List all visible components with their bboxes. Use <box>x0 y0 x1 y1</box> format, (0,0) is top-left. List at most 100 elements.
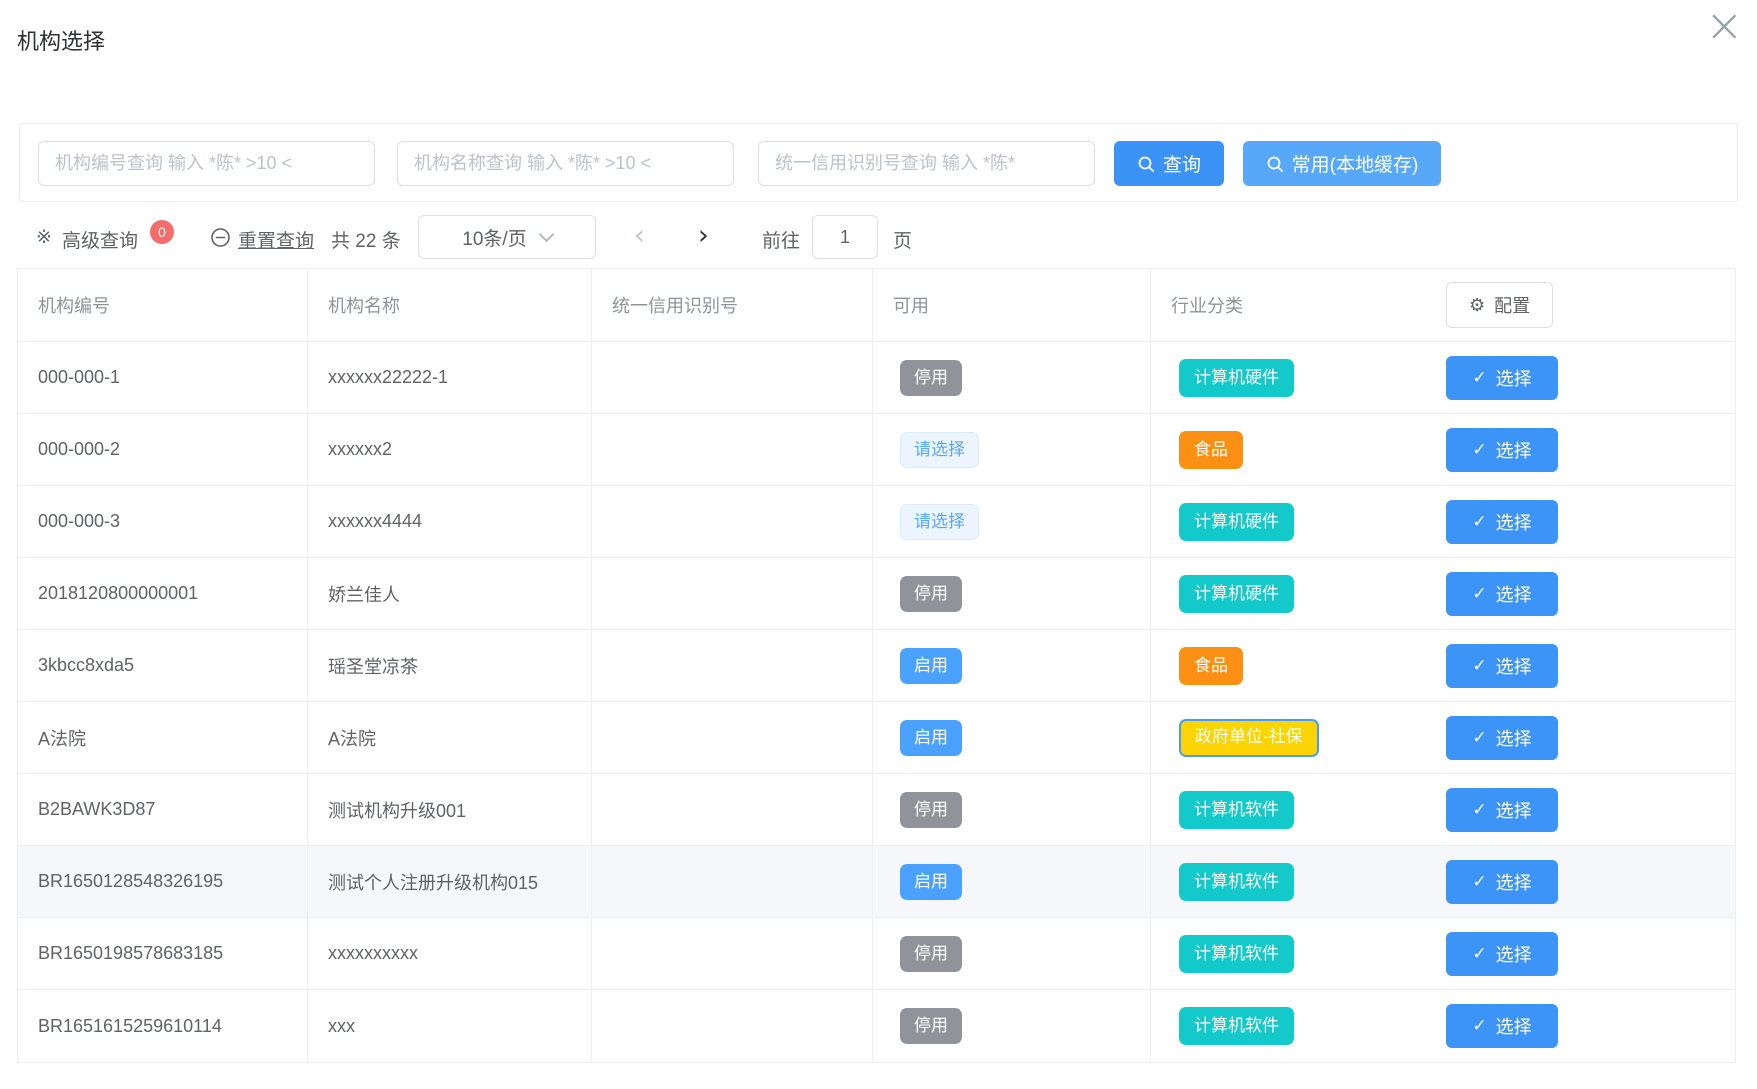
goto-page-input[interactable] <box>812 215 878 259</box>
org-code-cell: BR1651615259610114 <box>18 990 308 1062</box>
availability-tag[interactable]: 停用 <box>900 576 962 612</box>
org-name-cell: 测试个人注册升级机构015 <box>308 846 592 917</box>
page-title: 机构选择 <box>17 24 105 56</box>
org-table: 机构编号 机构名称 统一信用识别号 可用 行业分类 ⚙ 配置 000-000-1… <box>17 268 1736 1063</box>
credit-id-cell <box>592 486 873 557</box>
org-name-cell: xxxxxx4444 <box>308 486 592 557</box>
org-code-cell: 3kbcc8xda5 <box>18 630 308 701</box>
select-button[interactable]: ✓ 选择 <box>1446 428 1558 472</box>
select-button[interactable]: ✓ 选择 <box>1446 716 1558 760</box>
org-code-cell: BR1650198578683185 <box>18 918 308 989</box>
common-cache-button[interactable]: 常用(本地缓存) <box>1243 141 1441 186</box>
gear-icon: ⚙ <box>1469 295 1485 316</box>
check-icon: ✓ <box>1472 584 1486 604</box>
table-row: BR1651615259610114 xxx 停用 计算机软件 ✓ 选择 <box>18 990 1735 1062</box>
check-icon: ✓ <box>1472 656 1486 676</box>
industry-tag: 计算机硬件 <box>1179 503 1294 541</box>
chevron-down-icon <box>538 226 554 242</box>
org-name-cell: xxxxxx22222-1 <box>308 342 592 413</box>
table-row: A法院 A法院 启用 政府单位-社保 ✓ 选择 <box>18 702 1735 774</box>
industry-tag: 计算机软件 <box>1179 863 1294 901</box>
check-icon: ✓ <box>1472 512 1486 532</box>
credit-id-cell <box>592 630 873 701</box>
header-credit-id: 统一信用识别号 <box>592 269 873 341</box>
reset-query-button[interactable]: 重置查询 <box>238 226 314 253</box>
table-body: 000-000-1 xxxxxx22222-1 停用 计算机硬件 ✓ 选择 00… <box>18 342 1735 1062</box>
org-name-cell: 测试机构升级001 <box>308 774 592 845</box>
select-button[interactable]: ✓ 选择 <box>1446 356 1558 400</box>
credit-id-cell <box>592 558 873 629</box>
availability-tag[interactable]: 请选择 <box>900 504 979 540</box>
org-name-cell: 娇兰佳人 <box>308 558 592 629</box>
org-code-cell: 2018120800000001 <box>18 558 308 629</box>
availability-tag[interactable]: 停用 <box>900 1008 962 1044</box>
org-code-cell: BR1650128548326195 <box>18 846 308 917</box>
credit-id-cell <box>592 990 873 1062</box>
header-org-name: 机构名称 <box>308 269 592 341</box>
select-button[interactable]: ✓ 选择 <box>1446 788 1558 832</box>
availability-tag[interactable]: 停用 <box>900 360 962 396</box>
check-icon: ✓ <box>1472 872 1486 892</box>
next-page-button[interactable]: › <box>698 220 709 251</box>
industry-tag: 食品 <box>1179 647 1243 685</box>
select-button[interactable]: ✓ 选择 <box>1446 644 1558 688</box>
org-name-cell: 瑶圣堂凉茶 <box>308 630 592 701</box>
select-button[interactable]: ✓ 选择 <box>1446 1004 1558 1048</box>
availability-tag[interactable]: 启用 <box>900 720 962 756</box>
industry-tag: 计算机软件 <box>1179 791 1294 829</box>
check-icon: ✓ <box>1472 800 1486 820</box>
credit-id-cell <box>592 918 873 989</box>
org-code-search-input[interactable] <box>38 141 375 186</box>
page-size-select[interactable]: 10条/页 <box>418 215 596 259</box>
select-button[interactable]: ✓ 选择 <box>1446 860 1558 904</box>
header-availability: 可用 <box>873 269 1151 341</box>
org-code-cell: 000-000-1 <box>18 342 308 413</box>
availability-tag[interactable]: 启用 <box>900 648 962 684</box>
table-header-row: 机构编号 机构名称 统一信用识别号 可用 行业分类 ⚙ 配置 <box>18 269 1735 342</box>
select-button[interactable]: ✓ 选择 <box>1446 500 1558 544</box>
config-button[interactable]: ⚙ 配置 <box>1446 282 1553 328</box>
search-icon <box>1137 155 1155 173</box>
org-name-cell: xxx <box>308 990 592 1062</box>
check-icon: ✓ <box>1472 440 1486 460</box>
advanced-query-badge: 0 <box>150 220 174 244</box>
credit-id-cell <box>592 342 873 413</box>
table-row: 2018120800000001 娇兰佳人 停用 计算机硬件 ✓ 选择 <box>18 558 1735 630</box>
table-row: 000-000-1 xxxxxx22222-1 停用 计算机硬件 ✓ 选择 <box>18 342 1735 414</box>
check-icon: ✓ <box>1472 368 1486 388</box>
industry-tag: 政府单位-社保 <box>1179 719 1319 757</box>
check-icon: ✓ <box>1472 944 1486 964</box>
total-count-label: 共 22 条 <box>331 226 401 253</box>
prev-page-button[interactable]: ‹ <box>634 220 645 251</box>
advanced-query-button[interactable]: 高级查询 <box>62 226 138 253</box>
availability-tag[interactable]: 停用 <box>900 936 962 972</box>
goto-page-suffix: 页 <box>893 226 912 253</box>
table-toolbar: ※ 高级查询 0 重置查询 共 22 条 10条/页 ‹ › 前往 页 <box>0 214 1757 262</box>
query-button[interactable]: 查询 <box>1114 141 1224 186</box>
header-industry: 行业分类 <box>1151 269 1431 341</box>
header-org-code: 机构编号 <box>18 269 308 341</box>
credit-id-cell <box>592 774 873 845</box>
close-icon[interactable]: × <box>1705 2 1744 48</box>
credit-id-search-input[interactable] <box>758 141 1095 186</box>
reset-query-icon <box>210 227 231 248</box>
org-name-search-input[interactable] <box>397 141 734 186</box>
check-icon: ✓ <box>1472 1016 1486 1036</box>
availability-tag[interactable]: 停用 <box>900 792 962 828</box>
org-code-cell: 000-000-2 <box>18 414 308 485</box>
industry-tag: 计算机硬件 <box>1179 359 1294 397</box>
select-button[interactable]: ✓ 选择 <box>1446 932 1558 976</box>
search-panel: 查询 常用(本地缓存) <box>19 123 1738 202</box>
credit-id-cell <box>592 846 873 917</box>
table-row: 000-000-3 xxxxxx4444 请选择 计算机硬件 ✓ 选择 <box>18 486 1735 558</box>
table-row: 3kbcc8xda5 瑶圣堂凉茶 启用 食品 ✓ 选择 <box>18 630 1735 702</box>
advanced-query-icon: ※ <box>36 226 52 249</box>
availability-tag[interactable]: 启用 <box>900 864 962 900</box>
org-code-cell: B2BAWK3D87 <box>18 774 308 845</box>
table-row: BR1650198578683185 xxxxxxxxxx 停用 计算机软件 ✓… <box>18 918 1735 990</box>
industry-tag: 计算机硬件 <box>1179 575 1294 613</box>
org-name-cell: A法院 <box>308 702 592 773</box>
availability-tag[interactable]: 请选择 <box>900 432 979 468</box>
select-button[interactable]: ✓ 选择 <box>1446 572 1558 616</box>
org-name-cell: xxxxxxxxxx <box>308 918 592 989</box>
